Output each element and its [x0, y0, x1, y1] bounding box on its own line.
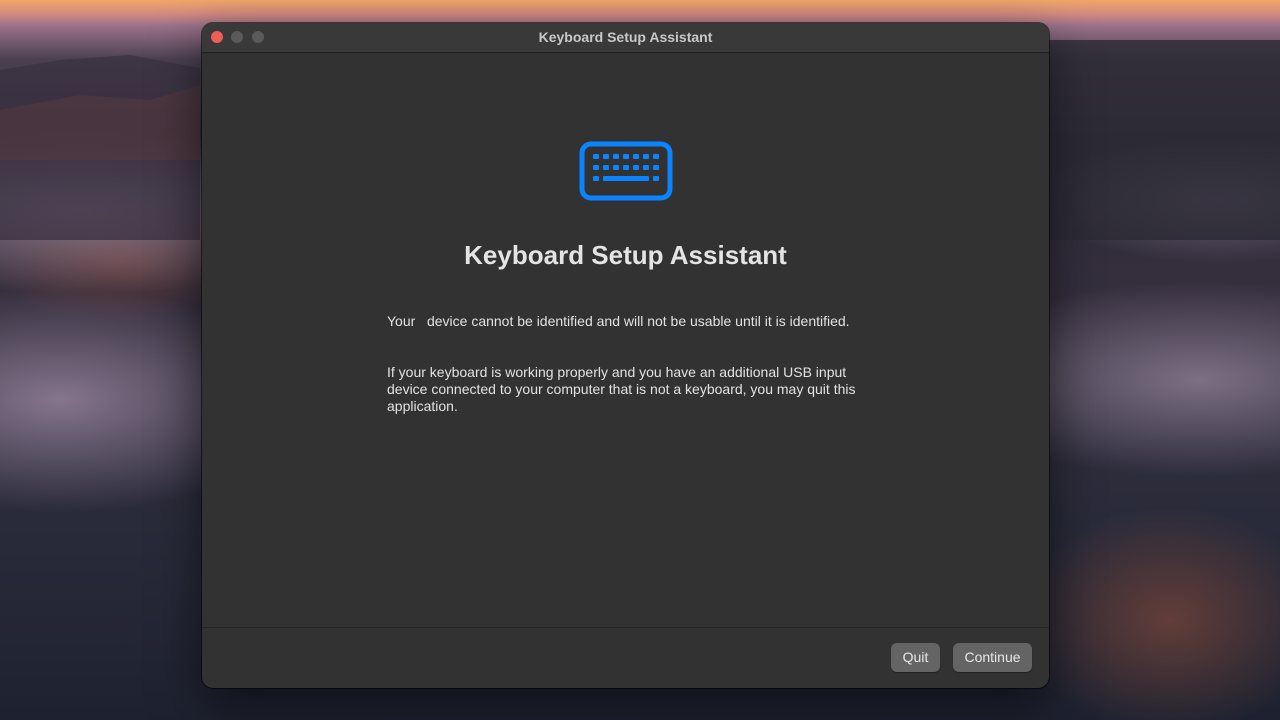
unidentified-device-message: Your device cannot be identified and wil…	[387, 313, 850, 329]
footer-divider	[202, 627, 1049, 628]
keyboard-icon	[579, 141, 673, 201]
desktop-wallpaper: Keyboard Setup Assistant Keyboard Setup …	[0, 0, 1280, 720]
quit-button[interactable]: Quit	[891, 643, 940, 672]
continue-button[interactable]: Continue	[953, 643, 1032, 672]
window-title: Keyboard Setup Assistant	[538, 29, 713, 45]
setup-assistant-window: Keyboard Setup Assistant Keyboard Setup …	[202, 23, 1049, 688]
assistant-heading: Keyboard Setup Assistant	[464, 240, 787, 270]
quit-instructions-message: If your keyboard is working properly and…	[387, 364, 860, 414]
window-titlebar[interactable]: Keyboard Setup Assistant	[202, 23, 1049, 53]
